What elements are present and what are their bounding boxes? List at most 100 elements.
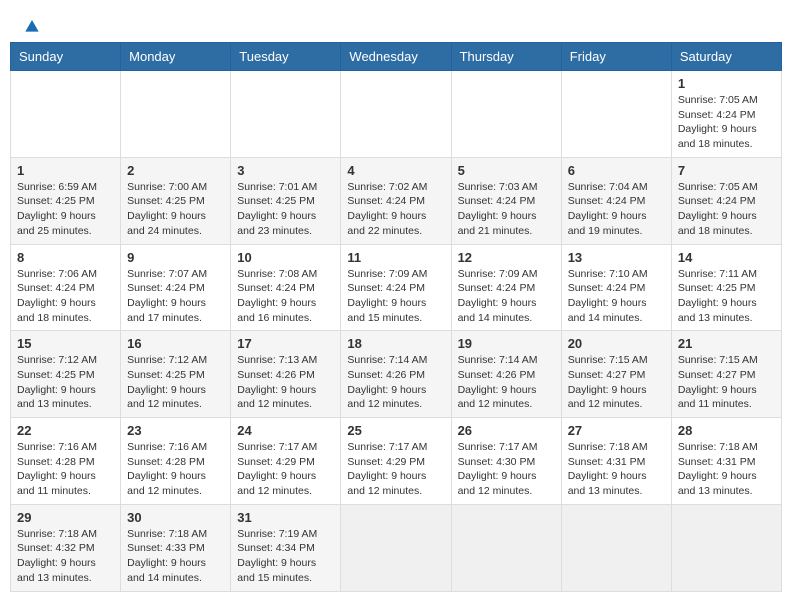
calendar-cell: 2 Sunrise: 7:00 AMSunset: 4:25 PMDayligh… xyxy=(121,157,231,244)
day-header-sunday: Sunday xyxy=(11,43,121,71)
day-header-monday: Monday xyxy=(121,43,231,71)
day-number: 29 xyxy=(17,510,114,525)
calendar-cell: 8 Sunrise: 7:06 AMSunset: 4:24 PMDayligh… xyxy=(11,244,121,331)
calendar-cell: 7 Sunrise: 7:05 AMSunset: 4:24 PMDayligh… xyxy=(671,157,781,244)
calendar-cell: 1 Sunrise: 7:05 AMSunset: 4:24 PMDayligh… xyxy=(671,71,781,158)
calendar-cell: 30 Sunrise: 7:18 AMSunset: 4:33 PMDaylig… xyxy=(121,504,231,591)
day-number: 10 xyxy=(237,250,334,265)
day-info: Sunrise: 7:16 AMSunset: 4:28 PMDaylight:… xyxy=(127,441,207,497)
calendar-cell: 14 Sunrise: 7:11 AMSunset: 4:25 PMDaylig… xyxy=(671,244,781,331)
day-number: 13 xyxy=(568,250,665,265)
day-info: Sunrise: 7:15 AMSunset: 4:27 PMDaylight:… xyxy=(678,354,758,410)
day-info: Sunrise: 7:15 AMSunset: 4:27 PMDaylight:… xyxy=(568,354,648,410)
day-number: 30 xyxy=(127,510,224,525)
day-info: Sunrise: 7:18 AMSunset: 4:31 PMDaylight:… xyxy=(678,441,758,497)
day-header-thursday: Thursday xyxy=(451,43,561,71)
calendar-cell: 27 Sunrise: 7:18 AMSunset: 4:31 PMDaylig… xyxy=(561,418,671,505)
calendar-cell: 22 Sunrise: 7:16 AMSunset: 4:28 PMDaylig… xyxy=(11,418,121,505)
day-number: 1 xyxy=(17,163,114,178)
calendar-cell xyxy=(451,504,561,591)
day-number: 22 xyxy=(17,423,114,438)
calendar-cell: 29 Sunrise: 7:18 AMSunset: 4:32 PMDaylig… xyxy=(11,504,121,591)
calendar-cell: 19 Sunrise: 7:14 AMSunset: 4:26 PMDaylig… xyxy=(451,331,561,418)
calendar-cell: 11 Sunrise: 7:09 AMSunset: 4:24 PMDaylig… xyxy=(341,244,451,331)
day-number: 28 xyxy=(678,423,775,438)
day-number: 23 xyxy=(127,423,224,438)
day-header-tuesday: Tuesday xyxy=(231,43,341,71)
day-info: Sunrise: 7:12 AMSunset: 4:25 PMDaylight:… xyxy=(127,354,207,410)
calendar-cell xyxy=(121,71,231,158)
calendar-header-row: SundayMondayTuesdayWednesdayThursdayFrid… xyxy=(11,43,782,71)
calendar-cell xyxy=(11,71,121,158)
calendar-cell: 6 Sunrise: 7:04 AMSunset: 4:24 PMDayligh… xyxy=(561,157,671,244)
calendar-cell: 5 Sunrise: 7:03 AMSunset: 4:24 PMDayligh… xyxy=(451,157,561,244)
day-info: Sunrise: 7:05 AMSunset: 4:24 PMDaylight:… xyxy=(678,181,758,237)
calendar-cell: 20 Sunrise: 7:15 AMSunset: 4:27 PMDaylig… xyxy=(561,331,671,418)
calendar-cell xyxy=(451,71,561,158)
calendar-cell: 18 Sunrise: 7:14 AMSunset: 4:26 PMDaylig… xyxy=(341,331,451,418)
week-row: 1 Sunrise: 6:59 AMSunset: 4:25 PMDayligh… xyxy=(11,157,782,244)
day-number: 24 xyxy=(237,423,334,438)
week-row: 29 Sunrise: 7:18 AMSunset: 4:32 PMDaylig… xyxy=(11,504,782,591)
day-number: 17 xyxy=(237,336,334,351)
calendar-cell xyxy=(561,504,671,591)
calendar-cell: 17 Sunrise: 7:13 AMSunset: 4:26 PMDaylig… xyxy=(231,331,341,418)
calendar-cell: 13 Sunrise: 7:10 AMSunset: 4:24 PMDaylig… xyxy=(561,244,671,331)
day-number: 18 xyxy=(347,336,444,351)
day-number: 27 xyxy=(568,423,665,438)
day-number: 5 xyxy=(458,163,555,178)
calendar-cell xyxy=(341,504,451,591)
day-info: Sunrise: 7:03 AMSunset: 4:24 PMDaylight:… xyxy=(458,181,538,237)
day-number: 19 xyxy=(458,336,555,351)
week-row: 1 Sunrise: 7:05 AMSunset: 4:24 PMDayligh… xyxy=(11,71,782,158)
day-number: 11 xyxy=(347,250,444,265)
day-number: 15 xyxy=(17,336,114,351)
page-header xyxy=(10,10,782,34)
day-info: Sunrise: 7:16 AMSunset: 4:28 PMDaylight:… xyxy=(17,441,97,497)
day-number: 7 xyxy=(678,163,775,178)
day-info: Sunrise: 7:08 AMSunset: 4:24 PMDaylight:… xyxy=(237,268,317,324)
calendar-cell: 24 Sunrise: 7:17 AMSunset: 4:29 PMDaylig… xyxy=(231,418,341,505)
day-number: 6 xyxy=(568,163,665,178)
day-number: 31 xyxy=(237,510,334,525)
calendar-cell: 1 Sunrise: 6:59 AMSunset: 4:25 PMDayligh… xyxy=(11,157,121,244)
day-info: Sunrise: 7:09 AMSunset: 4:24 PMDaylight:… xyxy=(458,268,538,324)
day-info: Sunrise: 7:19 AMSunset: 4:34 PMDaylight:… xyxy=(237,528,317,584)
day-info: Sunrise: 7:09 AMSunset: 4:24 PMDaylight:… xyxy=(347,268,427,324)
day-header-wednesday: Wednesday xyxy=(341,43,451,71)
week-row: 22 Sunrise: 7:16 AMSunset: 4:28 PMDaylig… xyxy=(11,418,782,505)
calendar-cell: 3 Sunrise: 7:01 AMSunset: 4:25 PMDayligh… xyxy=(231,157,341,244)
day-info: Sunrise: 7:18 AMSunset: 4:32 PMDaylight:… xyxy=(17,528,97,584)
day-number: 16 xyxy=(127,336,224,351)
day-info: Sunrise: 7:10 AMSunset: 4:24 PMDaylight:… xyxy=(568,268,648,324)
calendar-cell xyxy=(231,71,341,158)
calendar-cell: 9 Sunrise: 7:07 AMSunset: 4:24 PMDayligh… xyxy=(121,244,231,331)
calendar-cell: 23 Sunrise: 7:16 AMSunset: 4:28 PMDaylig… xyxy=(121,418,231,505)
day-number: 3 xyxy=(237,163,334,178)
day-info: Sunrise: 7:00 AMSunset: 4:25 PMDaylight:… xyxy=(127,181,207,237)
day-number: 4 xyxy=(347,163,444,178)
day-number: 25 xyxy=(347,423,444,438)
logo xyxy=(20,15,42,29)
day-info: Sunrise: 7:14 AMSunset: 4:26 PMDaylight:… xyxy=(458,354,538,410)
day-number: 20 xyxy=(568,336,665,351)
day-number: 21 xyxy=(678,336,775,351)
calendar-cell: 28 Sunrise: 7:18 AMSunset: 4:31 PMDaylig… xyxy=(671,418,781,505)
calendar-table: SundayMondayTuesdayWednesdayThursdayFrid… xyxy=(10,42,782,592)
calendar-cell: 10 Sunrise: 7:08 AMSunset: 4:24 PMDaylig… xyxy=(231,244,341,331)
day-info: Sunrise: 7:17 AMSunset: 4:29 PMDaylight:… xyxy=(237,441,317,497)
day-number: 9 xyxy=(127,250,224,265)
calendar-cell: 16 Sunrise: 7:12 AMSunset: 4:25 PMDaylig… xyxy=(121,331,231,418)
day-info: Sunrise: 7:14 AMSunset: 4:26 PMDaylight:… xyxy=(347,354,427,410)
day-number: 12 xyxy=(458,250,555,265)
day-info: Sunrise: 7:17 AMSunset: 4:29 PMDaylight:… xyxy=(347,441,427,497)
day-info: Sunrise: 7:17 AMSunset: 4:30 PMDaylight:… xyxy=(458,441,538,497)
day-number: 26 xyxy=(458,423,555,438)
day-header-saturday: Saturday xyxy=(671,43,781,71)
calendar-cell: 31 Sunrise: 7:19 AMSunset: 4:34 PMDaylig… xyxy=(231,504,341,591)
calendar-cell: 12 Sunrise: 7:09 AMSunset: 4:24 PMDaylig… xyxy=(451,244,561,331)
week-row: 15 Sunrise: 7:12 AMSunset: 4:25 PMDaylig… xyxy=(11,331,782,418)
day-info: Sunrise: 7:01 AMSunset: 4:25 PMDaylight:… xyxy=(237,181,317,237)
calendar-cell xyxy=(341,71,451,158)
day-info: Sunrise: 7:05 AMSunset: 4:24 PMDaylight:… xyxy=(678,94,758,150)
